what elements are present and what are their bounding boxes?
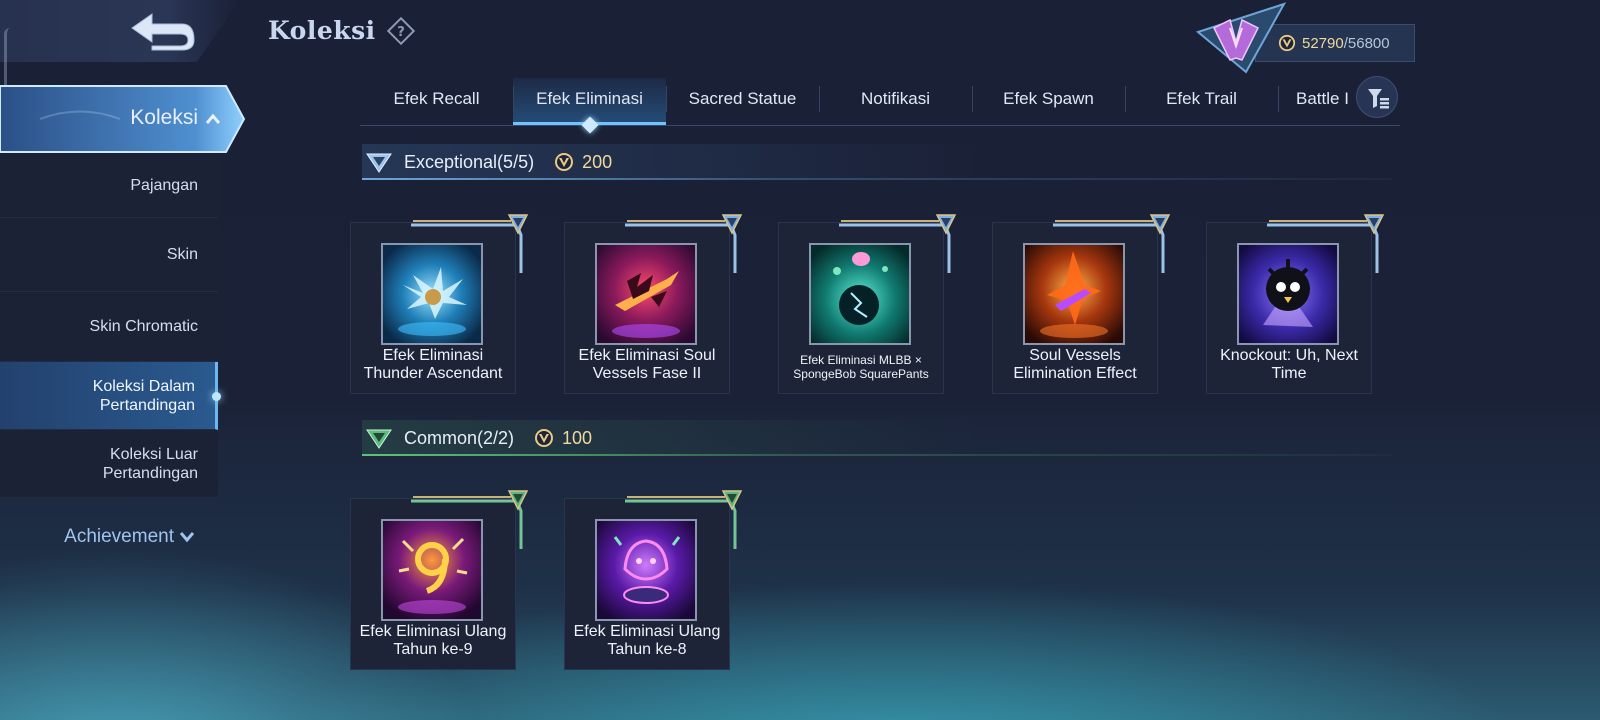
help-icon[interactable]: ?	[386, 16, 416, 46]
item-card[interactable]: Efek Eliminasi MLBB × SpongeBob SquarePa…	[778, 222, 944, 394]
tab-sacred-statue[interactable]: Sacred Statue	[666, 78, 819, 125]
rank-emblem-icon	[1196, 2, 1286, 74]
item-thumbnail	[595, 519, 697, 621]
currency-value: 52790	[1302, 34, 1344, 52]
achievement-label: Achievement	[64, 526, 174, 547]
svg-text:?: ?	[397, 25, 405, 40]
section-header-exceptional: Exceptional(5/5) 200	[362, 144, 1392, 180]
item-name: Efek Eliminasi Ulang Tahun ke-9	[359, 623, 507, 658]
item-thumbnail	[595, 243, 697, 345]
item-thumbnail	[1023, 243, 1125, 345]
item-card[interactable]: Knockout: Uh, Next Time	[1206, 222, 1372, 394]
sidebar-item-label: Skin	[166, 246, 198, 263]
filter-button[interactable]	[1356, 76, 1398, 118]
section-title: Common(2/2)	[404, 427, 515, 448]
tab-efek-spawn[interactable]: Efek Spawn	[972, 78, 1125, 125]
section-title: Exceptional(5/5)	[404, 151, 535, 172]
coin-icon	[554, 152, 574, 172]
sidebar-item-koleksi-dalam-pertandingan[interactable]: Koleksi Dalam Pertandingan	[0, 362, 221, 430]
section-cost-value: 200	[582, 151, 613, 172]
item-name: Efek Eliminasi Ulang Tahun ke-8	[573, 623, 721, 658]
chevron-down-icon	[179, 532, 195, 543]
item-card[interactable]: Efek Eliminasi Soul Vessels Fase II	[564, 222, 730, 394]
item-card[interactable]: Efek Eliminasi Ulang Tahun ke-8	[564, 498, 730, 670]
item-name: Efek Eliminasi Thunder Ascendant	[363, 347, 503, 382]
active-indicator	[212, 391, 221, 401]
back-button[interactable]	[0, 0, 240, 62]
sidebar-group-label: Koleksi	[130, 106, 198, 129]
sidebar-group-koleksi[interactable]: Koleksi	[0, 84, 246, 154]
sidebar-item-koleksi-luar-pertandingan[interactable]: Koleksi Luar Pertandingan	[0, 430, 218, 498]
tab-efek-trail[interactable]: Efek Trail	[1125, 78, 1278, 125]
sidebar-group-achievement[interactable]: Achievement	[0, 526, 218, 548]
item-name: Knockout: Uh, Next Time	[1220, 347, 1358, 382]
section-cost-value: 100	[562, 427, 593, 448]
common-rarity-icon	[366, 429, 392, 449]
item-card[interactable]: Efek Eliminasi Thunder Ascendant	[350, 222, 516, 394]
sidebar-item-pajangan[interactable]: Pajangan	[0, 154, 218, 218]
currency-max: 56800	[1347, 34, 1390, 52]
section-cost: 200	[554, 152, 612, 173]
tab-battle[interactable]: Battle I	[1278, 78, 1363, 125]
tab-notifikasi[interactable]: Notifikasi	[819, 78, 972, 125]
section-cost: 100	[534, 428, 592, 449]
chevron-up-icon	[206, 114, 220, 124]
section-header-common: Common(2/2) 100	[362, 420, 1392, 456]
page-title: Koleksi	[268, 16, 376, 45]
category-tabs: Efek Recall Efek Eliminasi Sacred Statue…	[360, 78, 1400, 126]
filter-icon	[1368, 89, 1389, 109]
item-name: Soul Vessels Elimination Effect	[1013, 347, 1137, 382]
coin-icon	[534, 428, 554, 448]
item-thumbnail	[1237, 243, 1339, 345]
section-divider	[362, 178, 1392, 180]
sidebar-item-label: Koleksi Dalam Pertandingan	[92, 377, 195, 414]
exceptional-rarity-icon	[366, 153, 392, 173]
tab-efek-recall[interactable]: Efek Recall	[360, 78, 513, 125]
sidebar-item-skin-chromatic[interactable]: Skin Chromatic	[0, 292, 218, 362]
item-thumbnail	[809, 243, 911, 345]
sidebar-item-label: Skin Chromatic	[89, 318, 198, 335]
sidebar-item-skin[interactable]: Skin	[0, 218, 218, 292]
item-name: Efek Eliminasi Soul Vessels Fase II	[578, 347, 716, 382]
item-card[interactable]: Efek Eliminasi Ulang Tahun ke-9	[350, 498, 516, 670]
item-thumbnail	[381, 243, 483, 345]
item-thumbnail	[381, 519, 483, 621]
sidebar-item-label: Koleksi Luar Pertandingan	[102, 445, 198, 482]
item-name: Efek Eliminasi MLBB × SpongeBob SquarePa…	[793, 353, 929, 381]
back-arrow-icon	[131, 13, 195, 51]
section-divider	[362, 454, 1392, 456]
item-card[interactable]: Soul Vessels Elimination Effect	[992, 222, 1158, 394]
sidebar-item-label: Pajangan	[130, 177, 198, 194]
tab-efek-eliminasi[interactable]: Efek Eliminasi	[513, 78, 666, 125]
